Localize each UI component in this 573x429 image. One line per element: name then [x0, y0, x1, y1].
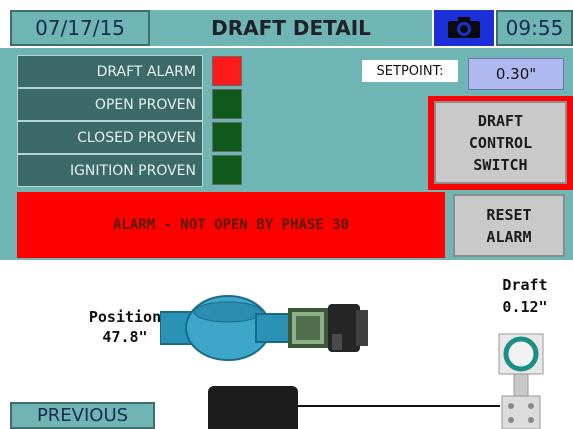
draft-value: 0.12"	[502, 298, 548, 316]
page-title: DRAFT DETAIL	[150, 10, 432, 46]
date-display: 07/17/15	[10, 10, 150, 46]
previous-button[interactable]: PREVIOUS	[10, 402, 155, 429]
damper-graphic	[160, 295, 368, 361]
indicator-label-draft-alarm: DRAFT ALARM	[17, 55, 203, 88]
draft-control-switch-button[interactable]: DRAFT CONTROL SWITCH	[434, 101, 567, 184]
time-display: 09:55	[496, 10, 573, 46]
camera-button[interactable]	[434, 10, 494, 46]
indicator-label-open-proven: OPEN PROVEN	[17, 88, 203, 121]
draft-control-line1: DRAFT	[477, 111, 524, 130]
draft-transmitter-icon	[498, 333, 544, 429]
sensor-line	[298, 405, 500, 407]
reset-alarm-button[interactable]: RESET ALARM	[453, 194, 565, 257]
indicator-label-ignition-proven: IGNITION PROVEN	[17, 154, 203, 187]
setpoint-label: SETPOINT:	[362, 60, 458, 82]
reset-alarm-line2: ALARM	[486, 227, 532, 246]
draft-control-line2: CONTROL	[468, 133, 533, 152]
duct-section	[208, 386, 298, 429]
draft-label: Draft	[502, 276, 548, 294]
alarm-banner-text: ALARM - NOT OPEN BY PHASE 30	[112, 217, 349, 233]
reset-alarm-line1: RESET	[486, 205, 532, 224]
draft-control-line3: SWITCH	[473, 155, 528, 174]
indicator-lamp-ignition-proven	[212, 155, 242, 185]
indicator-label-closed-proven: CLOSED PROVEN	[17, 121, 203, 154]
indicator-lamp-open-proven	[212, 89, 242, 119]
camera-icon	[448, 17, 480, 38]
indicator-lamp-draft-alarm	[212, 56, 242, 86]
alarm-banner: ALARM - NOT OPEN BY PHASE 30	[17, 192, 445, 258]
setpoint-input[interactable]: 0.30"	[468, 58, 564, 90]
indicator-lamp-closed-proven	[212, 122, 242, 152]
